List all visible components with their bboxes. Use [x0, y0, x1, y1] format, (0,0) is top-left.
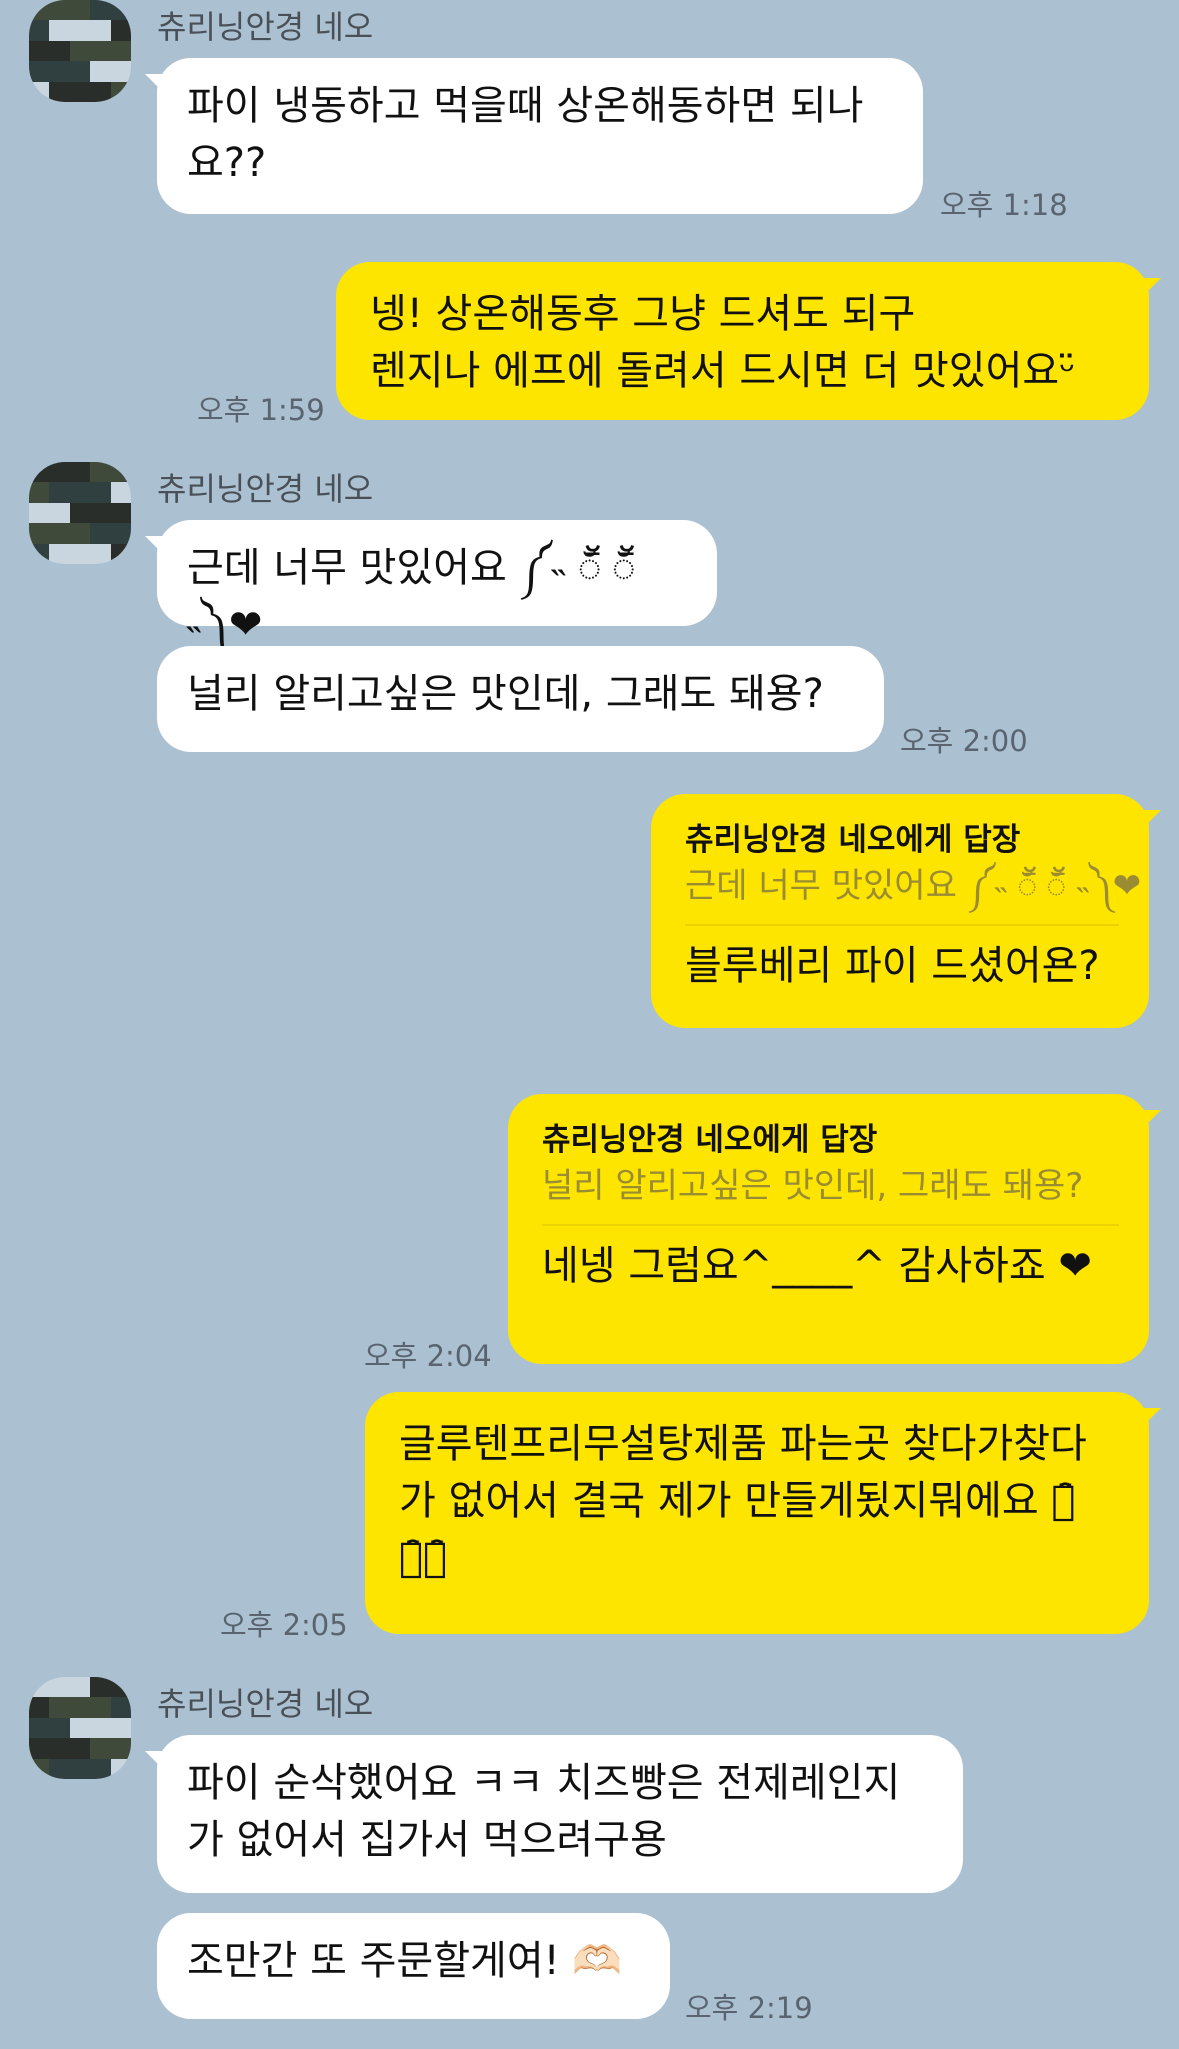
message-bubble[interactable]: 파이 순삭했어요 ㅋㅋ 치즈빵은 전제레인지 가 없어서 집가서 먹으려구용 — [145, 1735, 963, 1893]
message-text: 널리 알리고싶은 맛인데, 그래도 돼용? — [187, 671, 824, 717]
sender-name: 츄리닝안경 네오 — [157, 1685, 374, 1723]
message-time: 오후 2:00 — [900, 724, 1028, 758]
reply-quote[interactable]: 널리 알리고싶은 맛인데, 그래도 돼용? — [542, 1162, 1119, 1210]
message-bubble[interactable]: 글루텐프리무설탕제품 파는곳 찾다가찾다 가 없어서 결국 제가 만들게됬지뭐에… — [365, 1392, 1161, 1634]
avatar[interactable] — [29, 0, 131, 102]
message-time: 오후 2:04 — [364, 1339, 492, 1373]
reply-message-bubble[interactable]: 츄리닝안경 네오에게 답장 널리 알리고싶은 맛인데, 그래도 돼용? 네넹 그… — [508, 1094, 1161, 1364]
message-time: 오후 1:59 — [197, 393, 325, 427]
sender-name: 츄리닝안경 네오 — [157, 470, 374, 508]
message-bubble[interactable]: 근데 너무 맛있어요 ༼˵ ॕ̆ ॕ̆ ˵༽❤ — [145, 520, 717, 648]
reply-divider — [542, 1224, 1119, 1226]
message-time: 오후 2:19 — [685, 1991, 813, 2025]
message-time: 오후 1:18 — [940, 188, 1068, 222]
message-text: 글루텐프리무설탕제품 파는곳 찾다가찾다 가 없어서 결국 제가 만들게됬지뭐에… — [399, 1421, 1087, 1581]
reply-divider — [685, 924, 1119, 926]
reply-message-bubble[interactable]: 츄리닝안경 네오에게 답장 근데 너무 맛있어요 ༼˵ ॕ̆ ॕ̆ ˵༽❤ 블루… — [651, 794, 1161, 1028]
reply-target: 츄리닝안경 네오에게 답장 — [542, 1122, 878, 1158]
message-text: 근데 너무 맛있어요 ༼˵ ॕ̆ ॕ̆ ˵༽❤ — [187, 545, 636, 648]
message-text: 파이 냉동하고 먹을때 상온해동하면 되나 요?? — [187, 83, 864, 186]
reply-quote[interactable]: 근데 너무 맛있어요 ༼˵ ॕ̆ ॕ̆ ˵༽❤ — [685, 862, 1141, 910]
message-text: 네넹 그럼요^____^ 감사하죠 ❤ — [542, 1243, 1092, 1289]
message-text: 넹! 상온해동후 그냥 드셔도 되구 렌지나 에프에 돌려서 드시면 더 맛있어… — [370, 291, 1076, 394]
reply-target: 츄리닝안경 네오에게 답장 — [685, 822, 1021, 858]
avatar[interactable] — [29, 1677, 131, 1779]
message-bubble[interactable]: 조만간 또 주문할게여! 🫶🏻 — [157, 1913, 670, 2019]
message-text: 파이 순삭했어요 ㅋㅋ 치즈빵은 전제레인지 가 없어서 집가서 먹으려구용 — [187, 1760, 901, 1863]
message-bubble[interactable]: 파이 냉동하고 먹을때 상온해동하면 되나 요?? — [145, 58, 923, 214]
avatar[interactable] — [29, 462, 131, 564]
message-time: 오후 2:05 — [220, 1608, 348, 1642]
message-bubble[interactable]: 널리 알리고싶은 맛인데, 그래도 돼용? — [157, 646, 884, 752]
message-text: 조만간 또 주문할게여! 🫶🏻 — [187, 1938, 623, 1984]
message-text: 블루베리 파이 드셨어욘? — [685, 943, 1100, 989]
sender-name: 츄리닝안경 네오 — [157, 8, 374, 46]
message-bubble[interactable]: 넹! 상온해동후 그냥 드셔도 되구 렌지나 에프에 돌려서 드시면 더 맛있어… — [336, 262, 1161, 420]
